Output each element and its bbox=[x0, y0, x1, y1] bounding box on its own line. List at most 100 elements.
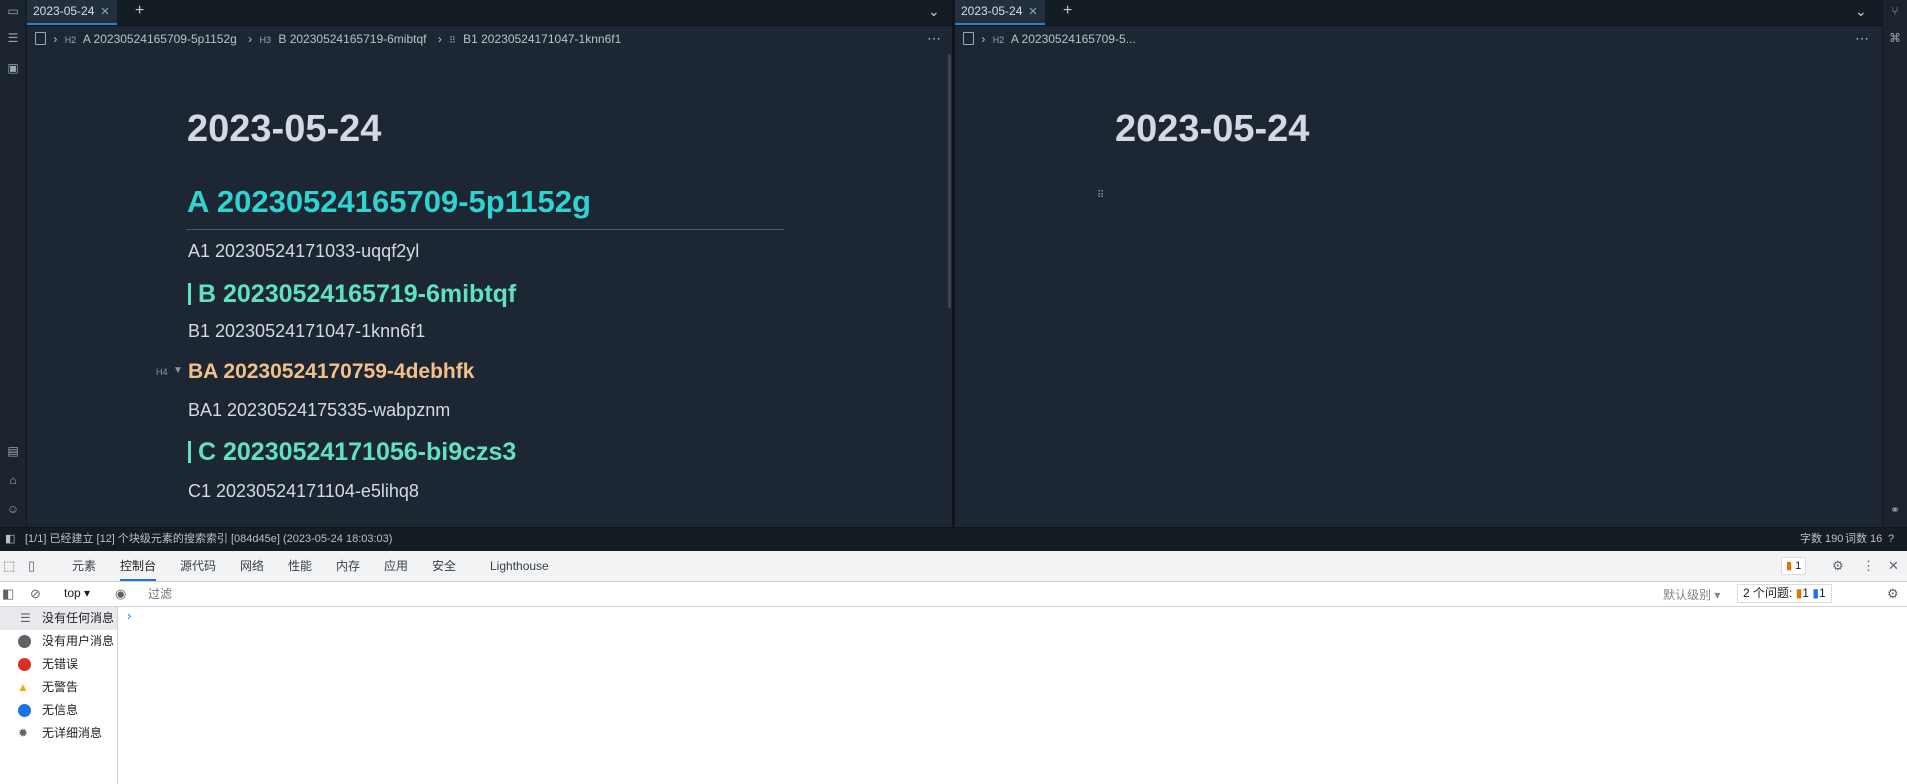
page-title[interactable]: 2023-05-24 bbox=[1115, 108, 1309, 151]
warn-count: 1 bbox=[1802, 586, 1809, 600]
bookmark-icon[interactable]: ▤ bbox=[6, 444, 20, 458]
breadcrumb-text: B1 20230524171047-1knn6f1 bbox=[463, 32, 622, 46]
inspect-icon[interactable]: ⬚ bbox=[3, 558, 15, 574]
heading-b-text: B 20230524165719-6mibtqf bbox=[198, 280, 517, 308]
tab-2023-05-24[interactable]: 2023-05-24 ✕ bbox=[955, 0, 1045, 25]
breadcrumb-item[interactable]: H2 A 20230524165709-5p1152g bbox=[65, 32, 241, 46]
dock-toggle-icon[interactable]: ◧ bbox=[5, 528, 15, 551]
sidebar-item-warnings[interactable]: ▲ 无警告 bbox=[0, 676, 117, 699]
document-icon[interactable] bbox=[35, 32, 46, 45]
info-icon bbox=[18, 704, 31, 717]
tab-bar: 2023-05-24 ✕ + ⌄ bbox=[27, 0, 952, 26]
document-icon[interactable] bbox=[963, 32, 974, 45]
user-icon bbox=[18, 635, 31, 648]
close-icon[interactable]: ✕ bbox=[100, 6, 109, 18]
heading-level: H2 bbox=[992, 35, 1005, 45]
clear-console-icon[interactable]: ⊘ bbox=[30, 586, 41, 602]
log-level-select[interactable]: 默认级别 ▾ bbox=[1663, 586, 1720, 603]
breadcrumb-text: B 20230524165719-6mibtqf bbox=[278, 32, 427, 46]
breadcrumb-sep: › bbox=[248, 32, 253, 46]
gear-icon[interactable]: ⚙ bbox=[1832, 558, 1844, 574]
heading-a[interactable]: A 20230524165709-5p1152g bbox=[187, 184, 591, 220]
plus-icon[interactable]: + bbox=[1063, 1, 1072, 21]
breadcrumb-item[interactable]: H3 B 20230524165719-6mibtqf bbox=[260, 32, 431, 46]
heading-c-text: C 20230524171056-bi9czs3 bbox=[198, 438, 517, 466]
devtools-tab-performance[interactable]: 性能 bbox=[288, 551, 312, 581]
paragraph-ba1[interactable]: BA1 20230524175335-wabpznm bbox=[188, 400, 450, 421]
link-icon[interactable]: ⚭ bbox=[1888, 503, 1902, 517]
devtools-tabbar: ⬚ ▯ 元素 控制台 源代码 网络 性能 内存 应用 安全 Lighthouse… bbox=[0, 551, 1907, 582]
paragraph-c1[interactable]: C1 20230524171104-e5lihq8 bbox=[188, 481, 419, 502]
devtools-tab-console[interactable]: 控制台 bbox=[120, 551, 157, 581]
sidebar-item-label: 无详细消息 bbox=[42, 726, 103, 740]
issue-flag-icon: ▮ bbox=[1786, 560, 1793, 572]
more-icon[interactable]: ⋯ bbox=[927, 26, 941, 50]
heading-level: H2 bbox=[64, 35, 77, 45]
sidebar-item-label: 无错误 bbox=[42, 657, 79, 671]
emoji-icon[interactable]: ☺ bbox=[6, 502, 20, 516]
sidebar-item-user-messages[interactable]: 没有用户消息 bbox=[0, 630, 117, 653]
tag-icon[interactable]: ⌂ bbox=[6, 473, 20, 487]
paragraph-a1[interactable]: A1 20230524171033-uqqf2yl bbox=[188, 241, 419, 262]
chevron-down-icon[interactable]: ⌄ bbox=[1855, 1, 1867, 21]
block-drag-icon[interactable]: ⠿ bbox=[1097, 190, 1104, 201]
scrollbar[interactable] bbox=[948, 54, 951, 308]
console-prompt[interactable]: › bbox=[127, 608, 131, 623]
plus-icon[interactable]: + bbox=[135, 1, 144, 21]
devtools-tab-application[interactable]: 应用 bbox=[384, 551, 408, 581]
tab-label: 2023-05-24 bbox=[33, 4, 95, 18]
fold-arrow-icon[interactable]: ▼ bbox=[173, 365, 183, 376]
outline-icon[interactable]: ☰ bbox=[6, 31, 20, 45]
kebab-menu-icon[interactable]: ⋮ bbox=[1862, 558, 1875, 574]
page-title[interactable]: 2023-05-24 bbox=[187, 108, 381, 151]
devtools-tab-sources[interactable]: 源代码 bbox=[180, 551, 216, 581]
warning-icon: ▲ bbox=[17, 680, 29, 694]
devtools-tab-elements[interactable]: 元素 bbox=[72, 551, 96, 581]
issues-badge[interactable]: ▮ 1 bbox=[1781, 557, 1807, 575]
graph-icon[interactable]: ⌘ bbox=[1888, 31, 1902, 45]
context-select[interactable]: top ▾ bbox=[64, 586, 90, 600]
inbox-icon[interactable]: ▣ bbox=[6, 61, 20, 75]
filter-input[interactable] bbox=[146, 584, 1650, 604]
paragraph-b1[interactable]: B1 20230524171047-1knn6f1 bbox=[188, 321, 425, 342]
branch-icon[interactable]: ⑂ bbox=[1888, 4, 1902, 18]
editor-pane-left: 2023-05-24 ✕ + ⌄ › H2 A 20230524165709-5p… bbox=[27, 0, 952, 527]
close-icon[interactable]: ✕ bbox=[1028, 6, 1037, 18]
device-toggle-icon[interactable]: ▯ bbox=[28, 558, 35, 574]
eye-icon[interactable]: ◉ bbox=[115, 586, 126, 602]
breadcrumb-item[interactable]: H2 A 20230524165709-5... bbox=[993, 32, 1140, 46]
heading-c[interactable]: C 20230524171056-bi9czs3 bbox=[188, 438, 516, 467]
devtools-panel: ⬚ ▯ 元素 控制台 源代码 网络 性能 内存 应用 安全 Lighthouse… bbox=[0, 551, 1907, 784]
block-icon: ⠿ bbox=[449, 35, 456, 45]
sidebar-item-label: 无警告 bbox=[42, 680, 79, 694]
heading-ba[interactable]: BA 20230524170759-4debhfk bbox=[188, 360, 474, 384]
more-icon[interactable]: ⋯ bbox=[1855, 26, 1869, 50]
devtools-tab-network[interactable]: 网络 bbox=[240, 551, 264, 581]
breadcrumb-item[interactable]: ⠿ B1 20230524171047-1knn6f1 bbox=[449, 32, 625, 46]
heading-level: H3 bbox=[259, 35, 272, 45]
sidebar-item-errors[interactable]: 无错误 bbox=[0, 653, 117, 676]
devtools-tab-security[interactable]: 安全 bbox=[432, 551, 456, 581]
sidebar-item-info[interactable]: 无信息 bbox=[0, 699, 117, 722]
help-icon[interactable]: ? bbox=[1888, 528, 1894, 551]
sidebar-toggle-icon[interactable]: ◧ bbox=[2, 586, 14, 602]
sidebar-item-label: 没有用户消息 bbox=[42, 634, 115, 648]
breadcrumb: › H2 A 20230524165709-5p1152g › H3 B 202… bbox=[27, 26, 952, 52]
tab-bar: 2023-05-24 ✕ + ⌄ bbox=[955, 0, 1882, 26]
close-icon[interactable]: ✕ bbox=[1888, 558, 1899, 574]
heading-divider bbox=[186, 229, 784, 230]
console-settings-icon[interactable]: ⚙ bbox=[1887, 586, 1899, 602]
devtools-tab-lighthouse[interactable]: Lighthouse bbox=[490, 551, 549, 581]
chevron-down-icon[interactable]: ⌄ bbox=[928, 1, 940, 21]
info-count: 1 bbox=[1818, 586, 1826, 600]
file-tree-icon[interactable]: ▭ bbox=[6, 4, 20, 18]
breadcrumb-text: A 20230524165709-5p1152g bbox=[82, 32, 237, 46]
heading-b[interactable]: B 20230524165719-6mibtqf bbox=[188, 280, 516, 309]
status-bar: ◧ [1/1] 已经建立 [12] 个块级元素的搜索索引 [084d45e] (… bbox=[0, 527, 1907, 552]
issues-counter[interactable]: 2 个问题: ▮1 ▮1 bbox=[1737, 584, 1832, 603]
status-message: [1/1] 已经建立 [12] 个块级元素的搜索索引 [084d45e] (20… bbox=[25, 533, 393, 545]
tab-2023-05-24[interactable]: 2023-05-24 ✕ bbox=[27, 0, 117, 25]
sidebar-item-verbose[interactable]: ✹ 无详细消息 bbox=[0, 722, 117, 745]
sidebar-item-all-messages[interactable]: ☰ 没有任何消息 bbox=[0, 607, 117, 630]
devtools-tab-memory[interactable]: 内存 bbox=[336, 551, 360, 581]
